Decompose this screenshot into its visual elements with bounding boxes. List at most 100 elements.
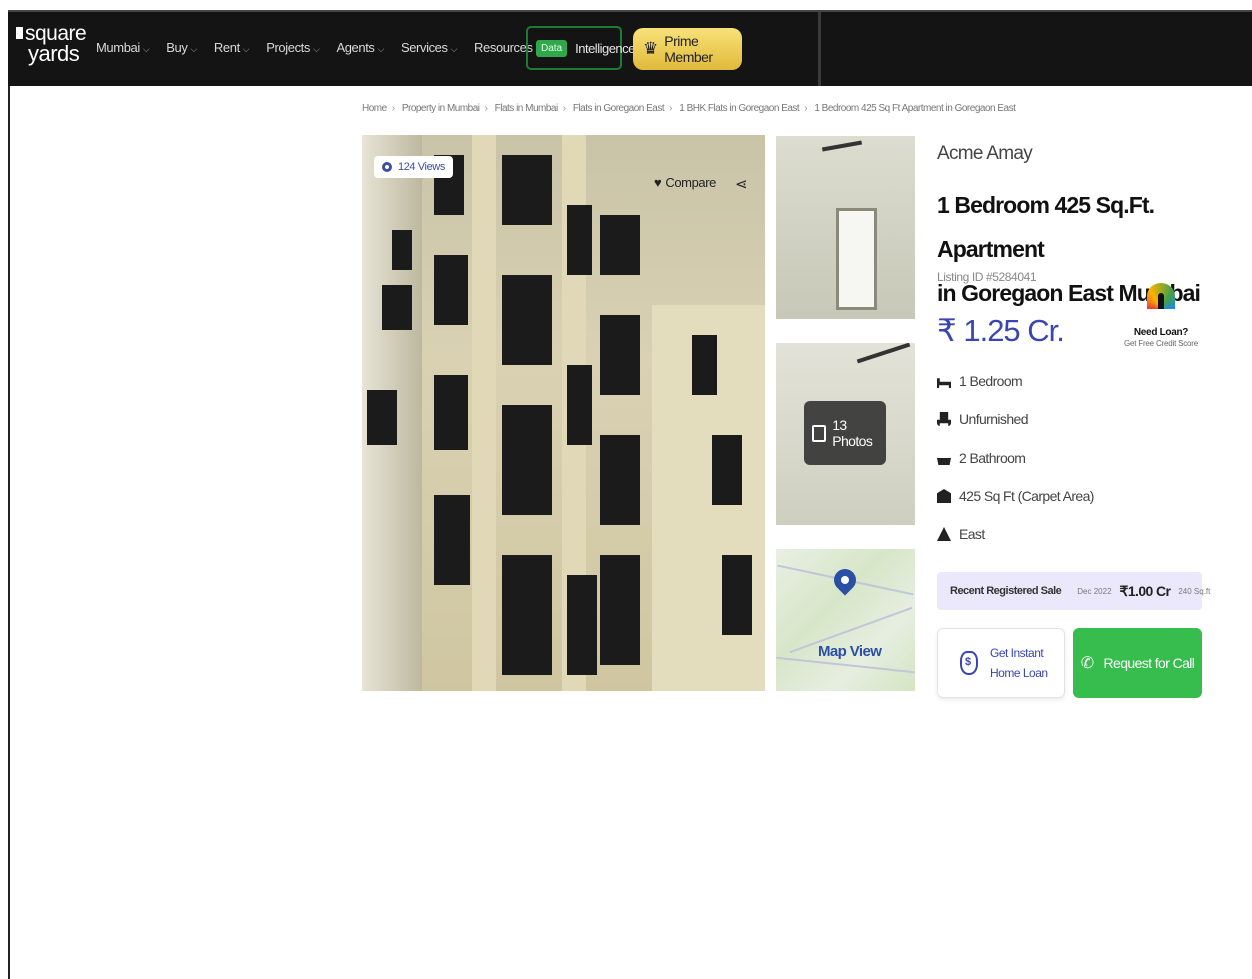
main-property-photo[interactable]: 124 Views ♥ Compare ⋖ bbox=[362, 135, 765, 691]
chair-icon bbox=[937, 412, 951, 426]
data-intelligence-label: Intelligence bbox=[575, 40, 635, 56]
photos-count: 13 Photos bbox=[832, 417, 873, 449]
nav-item-agents[interactable]: Agents ⌵ bbox=[336, 40, 384, 55]
feature-furnishing: Unfurnished bbox=[937, 411, 1028, 427]
nav-item-label: Buy bbox=[166, 40, 188, 55]
photo-window bbox=[367, 390, 397, 445]
photo-window bbox=[722, 555, 752, 635]
credit-gauge-icon bbox=[1147, 283, 1175, 309]
photo-window bbox=[392, 230, 412, 270]
chevron-down-icon: ⌵ bbox=[142, 44, 150, 54]
square-yards-logo[interactable]: square yards bbox=[16, 23, 87, 66]
map-view-label: Map View bbox=[818, 643, 882, 660]
area-icon bbox=[937, 489, 951, 503]
get-home-loan-button[interactable]: Get Instant Home Loan bbox=[937, 628, 1065, 698]
photo-window bbox=[434, 375, 468, 450]
prime-member-label: Prime Member bbox=[664, 33, 713, 65]
bed-icon bbox=[937, 378, 951, 388]
photo-window bbox=[502, 155, 552, 225]
chevron-down-icon: ⌵ bbox=[242, 44, 250, 54]
ceiling-fan bbox=[821, 140, 863, 152]
bath-icon bbox=[937, 458, 951, 465]
nav-item-projects[interactable]: Projects ⌵ bbox=[266, 40, 320, 55]
ceiling-fan bbox=[856, 343, 911, 364]
photo-window bbox=[502, 275, 552, 365]
nav-item-buy[interactable]: Buy ⌵ bbox=[166, 40, 197, 55]
photo-window bbox=[502, 555, 552, 675]
feature-area: 425 Sq Ft (Carpet Area) bbox=[937, 488, 1094, 504]
project-name[interactable]: Acme Amay bbox=[937, 143, 1033, 165]
recent-sale-date: Dec 2022 bbox=[1077, 586, 1112, 596]
chevron-down-icon: ⌵ bbox=[450, 44, 458, 54]
feature-label: 1 Bedroom bbox=[959, 373, 1023, 389]
photo-window bbox=[567, 365, 592, 445]
breadcrumb-separator: › bbox=[562, 103, 566, 114]
share-icon[interactable]: ⋖ bbox=[735, 175, 748, 193]
nav-item-label: Mumbai bbox=[96, 40, 140, 55]
nav-item-label: Resources bbox=[474, 40, 533, 55]
photo-window bbox=[567, 575, 597, 675]
breadcrumb-current: 1 Bedroom 425 Sq Ft Apartment in Goregao… bbox=[814, 103, 1016, 114]
main-menu: Mumbai ⌵ Buy ⌵ Rent ⌵ Projects ⌵ Agents ⌵ Ser… bbox=[96, 40, 559, 55]
title-line-1: 1 Bedroom 425 Sq.Ft. Apartment bbox=[937, 192, 1155, 262]
feature-label: Unfurnished bbox=[959, 411, 1028, 427]
breadcrumb-separator: › bbox=[484, 103, 488, 114]
heart-icon: ♥ bbox=[654, 175, 662, 190]
compare-button[interactable]: ♥ Compare bbox=[654, 175, 716, 190]
photo-window bbox=[692, 335, 717, 395]
photo-window bbox=[600, 215, 640, 275]
crown-icon: ♛ bbox=[643, 39, 659, 58]
views-count: 124 Views bbox=[398, 161, 445, 173]
breadcrumb-item[interactable]: Home bbox=[362, 103, 387, 114]
gallery-icon bbox=[812, 424, 827, 442]
breadcrumb-item[interactable]: Flats in Goregaon East bbox=[573, 103, 665, 114]
breadcrumb: Home › Property in Mumbai › Flats in Mumba… bbox=[362, 103, 1016, 114]
facing-icon bbox=[937, 527, 951, 541]
photo-window bbox=[600, 435, 640, 525]
photo-building-column bbox=[472, 135, 496, 691]
request-call-button[interactable]: ✆ Request for Call bbox=[1073, 628, 1202, 698]
data-intelligence-button[interactable]: Data Intelligence bbox=[526, 26, 635, 70]
nav-item-label: Rent bbox=[213, 40, 240, 55]
recent-sale-price: ₹1.00 Cr bbox=[1119, 582, 1171, 599]
thumbnail-photo-2[interactable]: 13 Photos bbox=[776, 343, 915, 525]
money-bag-icon bbox=[960, 651, 978, 675]
logo-line2: yards bbox=[28, 41, 80, 66]
nav-item-mumbai[interactable]: Mumbai ⌵ bbox=[96, 40, 150, 55]
nav-item-services[interactable]: Services ⌵ bbox=[401, 40, 458, 55]
view-all-photos-button[interactable]: 13 Photos bbox=[804, 401, 886, 465]
breadcrumb-separator: › bbox=[391, 103, 395, 114]
need-loan-title: Need Loan? bbox=[1133, 327, 1189, 338]
feature-bathrooms: 2 Bathroom bbox=[937, 450, 1026, 466]
feature-label: East bbox=[959, 526, 985, 542]
feature-facing: East bbox=[937, 526, 985, 542]
breadcrumb-item[interactable]: Property in Mumbai bbox=[402, 103, 480, 114]
photo-window bbox=[502, 405, 552, 515]
prime-member-button[interactable]: ♛ Prime Member bbox=[633, 28, 742, 70]
chevron-down-icon: ⌵ bbox=[313, 44, 320, 54]
data-badge: Data bbox=[536, 39, 568, 57]
photo-window bbox=[434, 255, 468, 325]
map-pin-icon bbox=[829, 564, 861, 596]
nav-divider bbox=[818, 12, 821, 86]
home-loan-label: Get Instant Home Loan bbox=[990, 646, 1048, 680]
photo-window bbox=[434, 495, 470, 585]
photo-window bbox=[600, 315, 640, 395]
map-view-thumbnail[interactable]: Map View bbox=[776, 549, 915, 691]
photo-window bbox=[382, 285, 412, 330]
breadcrumb-item[interactable]: Flats in Mumbai bbox=[495, 103, 559, 114]
chevron-down-icon: ⌵ bbox=[377, 44, 385, 54]
feature-label: 2 Bathroom bbox=[959, 450, 1026, 466]
thumbnail-photo-1[interactable] bbox=[776, 136, 915, 319]
phone-icon: ✆ bbox=[1080, 655, 1094, 672]
need-loan-widget[interactable]: Need Loan? Get Free Credit Score bbox=[1116, 283, 1206, 348]
recent-sale-rate: 240 Sq.ft bbox=[1178, 586, 1211, 596]
breadcrumb-item[interactable]: 1 BHK Flats in Goregaon East bbox=[679, 103, 799, 114]
logo-square-icon bbox=[16, 27, 23, 39]
nav-item-rent[interactable]: Rent ⌵ bbox=[213, 40, 250, 55]
recent-registered-sale[interactable]: Recent Registered Sale Dec 2022 ₹1.00 Cr… bbox=[937, 572, 1210, 610]
compare-label: Compare bbox=[665, 175, 716, 190]
photo-window bbox=[567, 205, 592, 275]
nav-item-label: Agents bbox=[336, 40, 375, 55]
photo-door bbox=[836, 208, 877, 310]
